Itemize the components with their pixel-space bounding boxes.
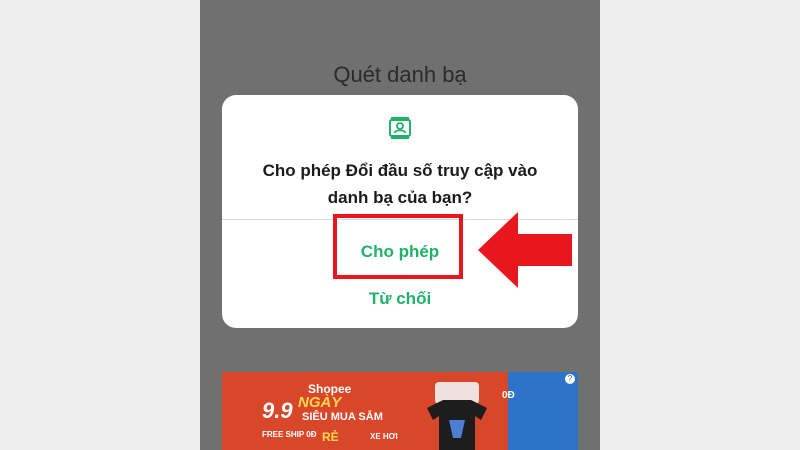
banner-tag-price: 0Đ bbox=[502, 390, 515, 401]
page-title: Quét danh bạ bbox=[333, 62, 467, 87]
banner-tag-prize: XE HƠI bbox=[370, 432, 398, 441]
banner-headline: NGÀY bbox=[298, 394, 342, 411]
banner-date: 9.9 bbox=[262, 398, 293, 423]
tshirt-image bbox=[427, 382, 487, 450]
banner-subline: SIÊU MUA SẮM bbox=[302, 411, 383, 423]
banner-tag-free: FREE SHIP 0Đ bbox=[262, 430, 317, 439]
ad-banner[interactable]: Shopee 9.9 NGÀY SIÊU MUA SẮM FREE SHIP 0… bbox=[222, 372, 578, 450]
dialog-message: Cho phép Đổi đầu số truy cập vào danh bạ… bbox=[262, 161, 538, 207]
highlight-box bbox=[333, 214, 463, 279]
banner-tag-cheap: RẺ bbox=[322, 430, 339, 444]
help-icon[interactable]: ? bbox=[565, 374, 575, 384]
contacts-icon bbox=[389, 117, 411, 139]
red-arrow-left-icon bbox=[478, 212, 572, 288]
